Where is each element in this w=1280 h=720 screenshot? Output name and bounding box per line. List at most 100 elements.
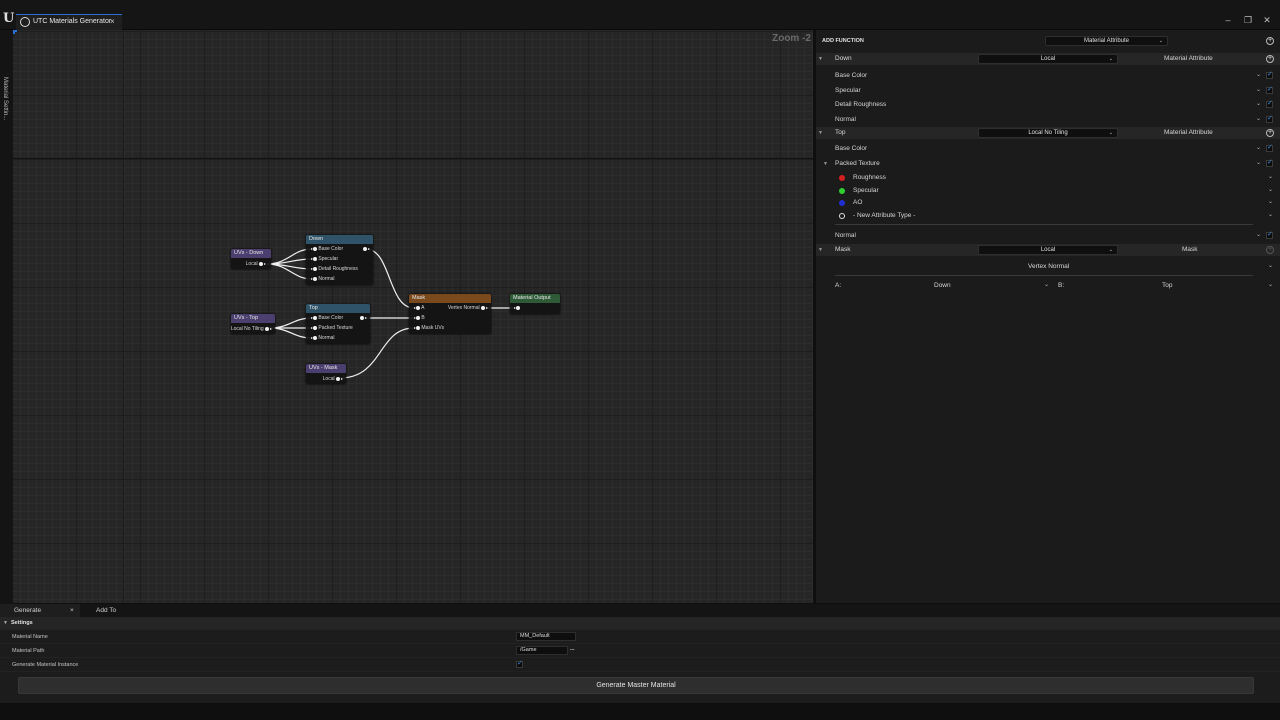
attribute-row: Normal ⌄ [816,230,1280,242]
tab-close-icon[interactable]: × [110,17,115,26]
generate-instance-checkbox[interactable] [516,659,523,668]
mask-a-label: A: [835,282,842,289]
add-function-button[interactable]: + [1266,37,1274,45]
node-title: UVs - Down [231,249,271,258]
chevron-down-icon[interactable]: ⌄ [1256,231,1261,238]
uv-dropdown-top[interactable]: Local No Tiling ⌄ [978,128,1118,138]
node-pin-mask-uvs[interactable]: Mask UVs [413,325,444,331]
attribute-row: Detail Roughness ⌄ [816,99,1280,111]
attribute-checkbox[interactable] [1266,158,1273,167]
chevron-down-icon[interactable]: ⌄ [1044,281,1049,288]
attribute-label: Normal [835,232,856,239]
collapse-icon[interactable]: ▼ [3,620,8,626]
node-output-local[interactable]: Local [323,376,343,382]
node-output-pin[interactable] [360,315,367,321]
chevron-down-icon: ⌄ [1108,56,1113,62]
material-name-field[interactable]: MM_Default [516,632,576,641]
function-type: Material Attribute [1164,129,1213,136]
maximize-icon[interactable]: ❐ [1241,14,1255,26]
add-attribute-button[interactable]: + [1266,55,1274,63]
material-settings-drawer[interactable]: Material Settin... [0,30,13,604]
tab-label: Generate [14,607,42,614]
function-type-dropdown[interactable]: Material Attribute ⌄ [1045,36,1168,46]
chevron-down-icon[interactable]: ⌄ [1268,186,1273,193]
chevron-down-icon[interactable]: ⌄ [1268,281,1273,288]
chevron-down-icon[interactable]: ⌄ [1268,211,1273,218]
attribute-checkbox[interactable] [1266,70,1273,79]
tab-add-to[interactable]: Add To [82,604,142,617]
node-material-output[interactable]: Material Output [510,294,560,314]
browse-button[interactable]: ... [570,646,575,652]
attribute-row: Specular ⌄ [816,85,1280,97]
chevron-down-icon[interactable]: ⌄ [1268,173,1273,180]
tab-utc-materials-generator[interactable]: UTC Materials Generator × [16,14,122,30]
node-uvs-mask[interactable]: UVs - Mask Local [306,364,346,384]
node-pin-normal[interactable]: Normal [310,335,335,341]
node-output-local-no-tiling[interactable]: Local No Tiling [231,326,272,332]
collapse-icon[interactable]: ▼ [818,130,823,136]
uv-dropdown-down[interactable]: Local ⌄ [978,54,1118,64]
function-header-top[interactable]: ▼ Top Local No Tiling ⌄ Material Attribut… [816,127,1280,139]
minimize-icon[interactable]: – [1221,14,1235,26]
node-pin-input[interactable] [513,305,520,311]
attribute-checkbox[interactable] [1266,99,1273,108]
mask-b-label: B: [1058,282,1065,289]
node-pin-base-color[interactable]: Base Color [310,315,343,321]
collapse-icon[interactable]: ▼ [818,56,823,62]
material-path-field[interactable]: /Game [516,646,568,655]
generate-master-material-button[interactable]: Generate Master Material [18,677,1254,694]
node-uvs-down[interactable]: UVs - Down Local [231,249,271,269]
function-header-mask[interactable]: ▼ Mask Local ⌄ Mask + [816,244,1280,256]
settings-header[interactable]: ▼ Settings [0,617,1280,630]
chevron-down-icon[interactable]: ⌄ [1256,86,1261,93]
attribute-checkbox[interactable] [1266,230,1273,239]
attribute-checkbox[interactable] [1266,114,1273,123]
material-graph-canvas[interactable]: Zoom -2 UVs - Down Local Down Base Color… [13,30,813,603]
node-pin-specular[interactable]: Specular [310,256,338,262]
node-pin-normal[interactable]: Normal [310,276,335,282]
node-down[interactable]: Down Base Color Specular Detail Roughnes… [306,235,373,285]
node-mask[interactable]: Mask A B Mask UVs Vertex Normal [409,294,491,334]
attribute-row: Base Color ⌄ [816,143,1280,155]
function-header-down[interactable]: ▼ Down Local ⌄ Material Attribute + [816,53,1280,65]
title-bar: U UTC Materials Generator × – ❐ ✕ [0,0,1280,30]
node-pin-detail-roughness[interactable]: Detail Roughness [310,266,358,272]
chevron-down-icon[interactable]: ⌄ [1256,71,1261,78]
chevron-down-icon[interactable]: ⌄ [1268,198,1273,205]
node-pin-a[interactable]: A [413,305,424,311]
uv-dropdown-mask[interactable]: Local ⌄ [978,245,1118,255]
pin-icon[interactable] [259,261,263,266]
mask-inputs-row: A: Down ⌄ B: Top ⌄ [816,280,1280,292]
separator [835,275,1253,276]
chevron-down-icon[interactable]: ⌄ [1256,100,1261,107]
attribute-checkbox[interactable] [1266,85,1273,94]
tab-generate[interactable]: Generate × [0,604,80,617]
red-channel-icon [839,175,845,181]
chevron-down-icon: ⌄ [1108,247,1113,253]
attribute-label: Specular [835,87,861,94]
chevron-down-icon[interactable]: ⌄ [1256,144,1261,151]
chevron-down-icon[interactable]: ⌄ [1268,262,1273,269]
add-attribute-button[interactable]: + [1266,129,1274,137]
collapse-icon[interactable]: ▼ [823,161,828,167]
mask-source-row[interactable]: Vertex Normal ⌄ [816,261,1280,273]
tab-close-icon[interactable]: × [70,604,74,617]
node-output-pin[interactable] [363,246,370,252]
chevron-down-icon[interactable]: ⌄ [1256,159,1261,166]
empty-channel-icon [839,213,845,219]
node-output-vertex-normal[interactable]: Vertex Normal [448,305,488,311]
unreal-logo-icon[interactable]: U [3,12,15,26]
mask-a-value[interactable]: Down [934,282,951,289]
chevron-down-icon[interactable]: ⌄ [1256,115,1261,122]
mask-b-value[interactable]: Top [1162,282,1172,289]
node-top[interactable]: Top Base Color Packed Texture Normal [306,304,370,344]
node-output-local[interactable]: Local [246,261,266,267]
node-pin-packed-texture[interactable]: Packed Texture [310,325,353,331]
node-uvs-top[interactable]: UVs - Top Local No Tiling [231,314,275,334]
channel-label: AO [853,199,863,206]
attribute-checkbox[interactable] [1266,143,1273,152]
close-window-icon[interactable]: ✕ [1260,14,1274,26]
collapse-icon[interactable]: ▼ [818,247,823,253]
node-pin-b[interactable]: B [413,315,425,321]
node-pin-base-color[interactable]: Base Color [310,246,343,252]
